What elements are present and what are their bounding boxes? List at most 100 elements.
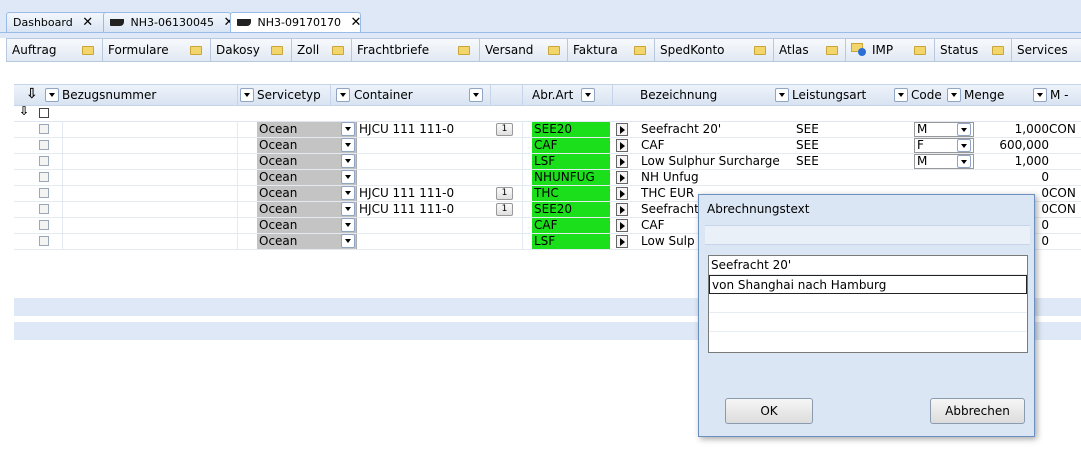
- abr-art-cell[interactable]: CAF: [532, 138, 610, 153]
- servicetyp-select[interactable]: Ocean: [257, 218, 357, 233]
- abr-art-cell[interactable]: CAF: [532, 218, 610, 233]
- code-select[interactable]: F: [914, 138, 974, 153]
- bezeichnung-cell: Low Sulp: [641, 234, 695, 248]
- code-select[interactable]: M: [914, 154, 974, 169]
- abr-art-cell[interactable]: LSF: [532, 154, 610, 169]
- abr-art-cell[interactable]: THC: [532, 186, 610, 201]
- header-leistungsart[interactable]: Leistungsart: [792, 85, 866, 105]
- menu-status[interactable]: Status: [935, 39, 1012, 61]
- row-checkbox[interactable]: [39, 204, 49, 214]
- close-icon[interactable]: ✕: [350, 13, 361, 32]
- row-checkbox[interactable]: [39, 236, 49, 246]
- header-code[interactable]: Code: [911, 85, 942, 105]
- table-row[interactable]: Ocean CAF CAF SEE F 600,000: [14, 138, 1081, 154]
- row-checkbox[interactable]: [39, 124, 49, 134]
- chevron-down-icon[interactable]: [341, 170, 355, 184]
- container-column-dropdown[interactable]: [469, 88, 483, 102]
- header-abr-art[interactable]: Abr.Art: [532, 85, 573, 105]
- servicetyp-select[interactable]: Ocean: [257, 202, 357, 217]
- select-all-checkbox[interactable]: [39, 108, 49, 118]
- play-icon[interactable]: [616, 171, 628, 184]
- play-icon[interactable]: [616, 139, 628, 152]
- header-m[interactable]: M -: [1050, 85, 1069, 105]
- menu-atlas[interactable]: Atlas: [774, 39, 846, 61]
- menu-spedkonto[interactable]: SpedKonto: [655, 39, 774, 61]
- row-checkbox[interactable]: [39, 188, 49, 198]
- text-line-empty[interactable]: [709, 294, 1027, 313]
- abr-art-cell[interactable]: SEE20: [532, 202, 610, 217]
- chevron-down-icon[interactable]: [957, 155, 971, 168]
- play-icon[interactable]: [616, 123, 628, 136]
- play-icon[interactable]: [616, 219, 628, 232]
- text-line[interactable]: Seefracht 20': [709, 256, 1027, 275]
- servicetyp-select[interactable]: Ocean: [257, 186, 357, 201]
- text-line-empty[interactable]: [709, 332, 1027, 351]
- ok-button[interactable]: OK: [725, 398, 813, 424]
- play-icon[interactable]: [616, 235, 628, 248]
- chevron-down-icon[interactable]: [341, 202, 355, 216]
- row-checkbox[interactable]: [39, 220, 49, 230]
- close-icon[interactable]: ✕: [82, 13, 93, 32]
- container-count-button[interactable]: 1: [496, 187, 513, 200]
- servicetyp-select[interactable]: Ocean: [257, 234, 357, 249]
- servicetyp-select[interactable]: Ocean: [257, 170, 357, 185]
- row-checkbox[interactable]: [39, 156, 49, 166]
- servicetyp-select[interactable]: Ocean: [257, 154, 357, 169]
- play-icon[interactable]: [616, 155, 628, 168]
- menu-faktura[interactable]: Faktura: [568, 39, 655, 61]
- code-filter-dropdown[interactable]: [947, 88, 961, 102]
- tab-nh3-09170170[interactable]: NH3-09170170 ✕: [230, 12, 361, 33]
- header-menge[interactable]: Menge: [964, 85, 1004, 105]
- menu-auftrag[interactable]: Auftrag: [7, 39, 103, 61]
- play-icon[interactable]: [616, 203, 628, 216]
- text-line-empty[interactable]: [709, 313, 1027, 332]
- cancel-button[interactable]: Abbrechen: [930, 398, 1025, 424]
- column-menu-dropdown[interactable]: [45, 88, 59, 102]
- menu-services[interactable]: Services: [1012, 39, 1081, 61]
- billing-text-editor[interactable]: Seefracht 20' von Shanghai nach Hamburg: [708, 255, 1028, 353]
- menu-versand[interactable]: Versand: [480, 39, 568, 61]
- chevron-down-icon[interactable]: [957, 139, 971, 152]
- table-row[interactable]: Ocean NHUNFUG NH Unfug 0: [14, 170, 1081, 186]
- servicetyp-select[interactable]: Ocean: [257, 122, 357, 137]
- menge-filter-dropdown[interactable]: [1033, 88, 1047, 102]
- servicetyp-select[interactable]: Ocean: [257, 138, 357, 153]
- container-filter-dropdown[interactable]: [336, 88, 350, 102]
- chevron-down-icon[interactable]: [341, 218, 355, 232]
- play-icon[interactable]: [616, 187, 628, 200]
- menu-frachtbriefe[interactable]: Frachtbriefe: [352, 39, 480, 61]
- header-container[interactable]: Container: [354, 85, 413, 105]
- chevron-down-icon[interactable]: [341, 186, 355, 200]
- bezeichnung-filter-dropdown[interactable]: [775, 88, 789, 102]
- chevron-down-icon[interactable]: [341, 234, 355, 248]
- abr-art-cell[interactable]: NHUNFUG: [532, 170, 610, 185]
- row-checkbox[interactable]: [39, 140, 49, 150]
- code-select[interactable]: M: [914, 122, 974, 137]
- chevron-down-icon[interactable]: [341, 154, 355, 168]
- table-row[interactable]: Ocean LSF Low Sulphur Surcharge SEE M 1,000: [14, 154, 1081, 170]
- text-line-active[interactable]: von Shanghai nach Hamburg: [709, 275, 1027, 294]
- chevron-down-icon[interactable]: [341, 138, 355, 152]
- sort-down-icon[interactable]: ⇩: [26, 86, 38, 102]
- abr-art-cell[interactable]: LSF: [532, 234, 610, 249]
- header-servicetyp[interactable]: Servicetyp: [257, 85, 321, 105]
- container-count-button[interactable]: 1: [496, 203, 513, 216]
- menu-imp[interactable]: IMP: [846, 39, 935, 61]
- header-bezeichnung[interactable]: Bezeichnung: [640, 85, 717, 105]
- servicetyp-filter-dropdown[interactable]: [240, 88, 254, 102]
- menu-zoll[interactable]: Zoll: [292, 39, 352, 61]
- tab-nh3-06130045[interactable]: NH3-06130045 ✕: [103, 12, 234, 33]
- menu-dakosy[interactable]: Dakosy: [211, 39, 292, 61]
- container-count-button[interactable]: 1: [496, 123, 513, 136]
- table-row[interactable]: Ocean HJCU 111 111-0 1 SEE20 Seefracht 20' SE…: [14, 122, 1081, 138]
- chevron-down-icon[interactable]: [341, 122, 355, 136]
- row-checkbox[interactable]: [39, 172, 49, 182]
- leistungsart-filter-dropdown[interactable]: [894, 88, 908, 102]
- header-bezugsnummer[interactable]: Bezugsnummer: [62, 85, 156, 105]
- sort-down-icon[interactable]: ⇩: [19, 104, 29, 118]
- abr-art-cell[interactable]: SEE20: [532, 122, 610, 137]
- menu-formulare[interactable]: Formulare: [103, 39, 211, 61]
- abr-art-filter-dropdown[interactable]: [581, 88, 595, 102]
- servicetyp-value: Ocean: [259, 234, 298, 248]
- chevron-down-icon[interactable]: [957, 123, 971, 136]
